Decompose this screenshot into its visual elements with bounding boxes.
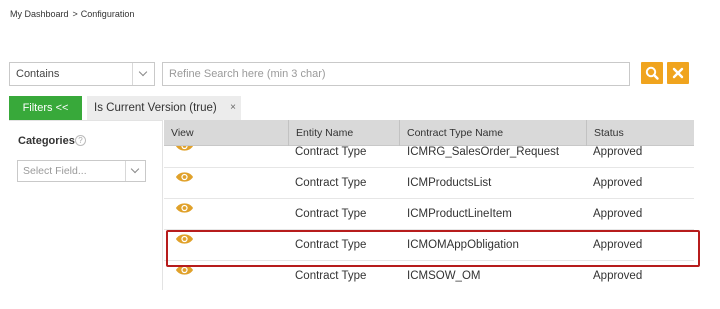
table-row[interactable]: Contract Type ICMProductLineItem Approved [164,199,694,230]
column-header-status[interactable]: Status [586,120,694,146]
contract-type-name-cell: ICMRG_SalesOrder_Request [407,146,560,158]
help-icon[interactable]: ? [75,135,86,146]
contract-type-name-cell: ICMSOW_OM [407,270,481,282]
status-cell: Approved [593,208,643,220]
close-x-icon [672,67,684,79]
entity-name-cell: Contract Type [295,146,367,158]
entity-name-cell: Contract Type [295,208,367,220]
column-header-contract-type-name[interactable]: Contract Type Name [399,120,586,146]
eye-icon[interactable] [175,263,194,275]
breadcrumb-current: Configuration [80,9,135,19]
table-row[interactable]: Contract Type ICMRG_SalesOrder_Request App… [164,146,694,168]
match-mode-value: Contains [16,68,60,80]
table-row[interactable]: Contract Type ICMSOW_OM Approved [164,261,694,289]
contract-type-name-cell: ICMOMAppObligation [407,239,519,251]
chevron-down-icon[interactable] [125,161,145,181]
clear-search-button[interactable] [667,62,689,84]
entity-name-cell: Contract Type [295,177,367,189]
status-cell: Approved [593,270,643,282]
active-filter-label: Is Current Version (true) [94,102,217,114]
table-body: Contract Type ICMRG_SalesOrder_Request App… [164,146,694,289]
match-mode-select[interactable]: Contains [9,62,155,86]
contract-type-name-cell: ICMProductsList [407,177,492,189]
breadcrumb-separator: > [72,9,78,19]
eye-icon[interactable] [175,146,194,151]
active-filter-tag: Is Current Version (true) × [87,96,241,120]
contract-type-name-cell: ICMProductLineItem [407,208,512,220]
column-header-entity-name[interactable]: Entity Name [288,120,399,146]
breadcrumb-home[interactable]: My Dashboard [10,9,69,19]
column-header-view[interactable]: View [164,120,288,146]
remove-filter-icon[interactable]: × [230,96,236,120]
breadcrumb: My Dashboard > Configuration [10,9,134,19]
eye-icon[interactable] [175,170,194,182]
eye-icon[interactable] [175,232,194,244]
contract-types-table: View Entity Name Contract Type Name Stat… [164,120,694,289]
eye-icon[interactable] [175,201,194,213]
status-cell: Approved [593,146,643,158]
chevron-down-icon[interactable] [132,63,154,85]
category-field-select[interactable]: Select Field... [17,160,146,182]
table-header: View Entity Name Contract Type Name Stat… [164,120,694,146]
category-field-placeholder: Select Field... [23,165,87,177]
table-row[interactable]: Contract Type ICMProductsList Approved [164,168,694,199]
search-input[interactable] [162,62,630,86]
categories-panel: Categories ? Select Field... [9,120,163,290]
status-cell: Approved [593,239,643,251]
magnifier-icon [645,66,659,80]
filters-toggle-button[interactable]: Filters << [9,96,82,120]
status-cell: Approved [593,177,643,189]
categories-label: Categories [18,135,75,147]
table-row[interactable]: Contract Type ICMOMAppObligation Approved [164,230,694,261]
entity-name-cell: Contract Type [295,270,367,282]
search-button[interactable] [641,62,663,84]
entity-name-cell: Contract Type [295,239,367,251]
